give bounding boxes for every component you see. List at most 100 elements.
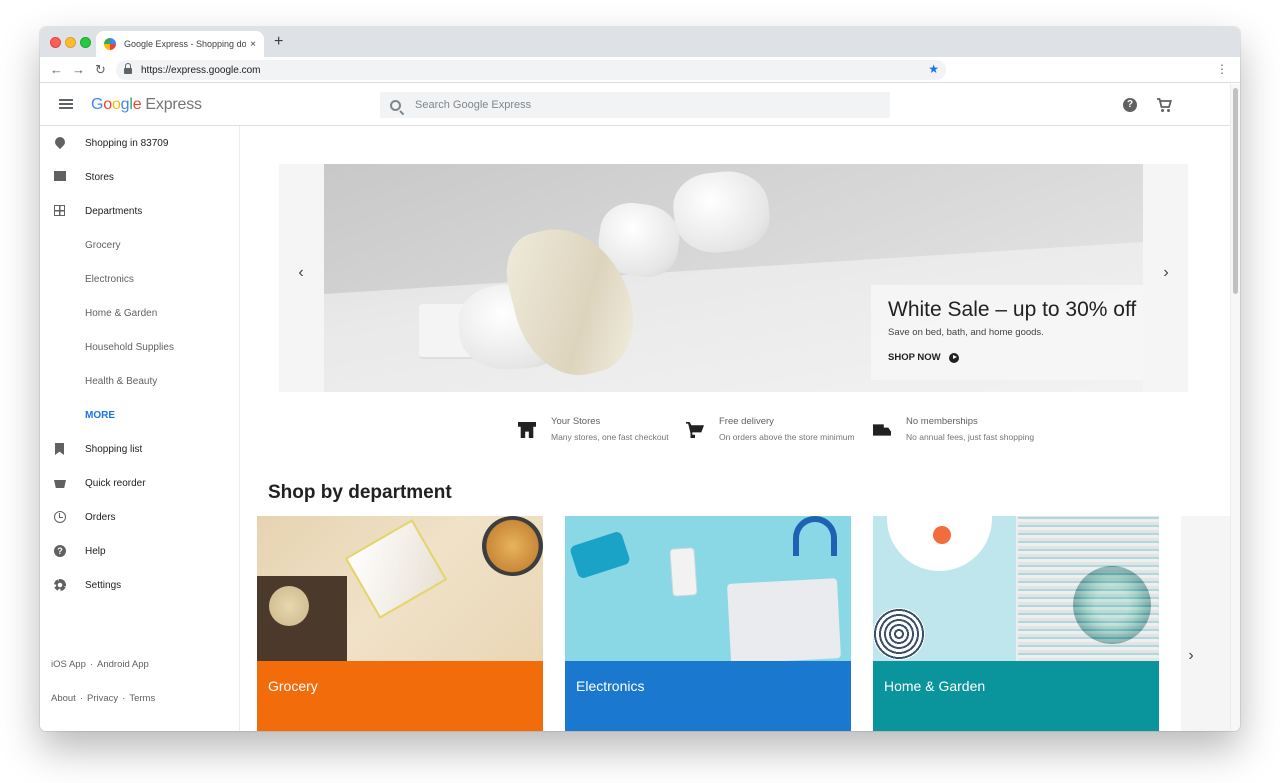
sidebar-item-quick-reorder[interactable]: Quick reorder [40,470,230,496]
minimize-window-button[interactable] [65,37,76,48]
search-input[interactable] [415,99,855,111]
search-icon [390,99,401,111]
sidebar-item-more[interactable]: MORE [40,402,230,428]
sidebar-item-help[interactable]: ? Help [40,538,230,564]
browser-tab[interactable]: Google Express - Shopping do × [96,31,264,57]
android-app-link[interactable]: Android App [97,659,149,670]
browser-menu-icon[interactable]: ⋮ [1216,61,1228,77]
dip-bowl [269,586,309,626]
value-props: Your Stores Many stores, one fast checko… [241,416,1230,456]
search-bar[interactable] [380,92,890,118]
sidebar-item-label: Home & Garden [85,307,158,319]
tab-close-icon[interactable]: × [250,39,256,50]
laptop [726,578,842,661]
sidebar-item-orders[interactable]: Orders [40,504,230,530]
sidebar-item-shopping-list[interactable]: Shopping list [40,436,230,462]
sidebar-item-health-beauty[interactable]: Health & Beauty [40,368,230,394]
promo-subtitle: Save on bed, bath, and home goods. [888,327,1044,338]
electronics-image [565,516,851,661]
carousel-prev-button[interactable]: ‹ [291,264,311,282]
home-garden-image [873,516,1159,661]
address-bar[interactable]: https://express.google.com ★ [116,60,946,80]
close-window-button[interactable] [50,37,61,48]
terms-link[interactable]: Terms [129,693,155,704]
shop-now-button[interactable]: SHOP NOW [888,352,968,363]
cart-icon[interactable] [1156,97,1172,113]
sidebar-item-label: Quick reorder [85,477,146,489]
headphones [793,516,837,556]
feature-title: No memberships [906,416,978,427]
tab-title: Google Express - Shopping do [124,39,247,49]
new-tab-button[interactable]: + [274,33,283,51]
truck-icon [873,424,891,436]
shop-by-department-heading: Shop by department [268,482,452,503]
ios-app-link[interactable]: iOS App [51,659,86,670]
sidebar-item-label: Stores [85,171,114,183]
separator: · [122,693,126,704]
chips-bowl [482,516,543,576]
feature-title: Your Stores [551,416,601,427]
departments-next-button[interactable]: › [1181,641,1201,671]
feature-subtitle: Many stores, one fast checkout [551,432,669,442]
snack-bag [344,519,448,619]
sidebar-item-label: Health & Beauty [85,375,158,387]
separator: · [89,659,94,670]
sidebar-item-home-garden[interactable]: Home & Garden [40,300,230,326]
sidebar-item-settings[interactable]: Settings [40,572,230,598]
browser-window: Google Express - Shopping do × + ← → ↻ h… [40,27,1240,731]
google-express-logo[interactable]: Google Express [91,96,202,114]
logo-letter: o [111,96,121,113]
lock-icon [124,62,132,75]
sidebar-item-label: Help [85,545,106,557]
url-text: https://express.google.com [141,64,261,76]
sidebar-item-electronics[interactable]: Electronics [40,266,230,292]
shop-now-label: SHOP NOW [888,352,941,363]
sidebar-item-location[interactable]: Shopping in 83709 [40,130,230,156]
bookmark-icon [54,443,66,455]
hamburger-menu-icon[interactable] [59,99,73,109]
hero-banner-image[interactable]: White Sale – up to 30% off Save on bed, … [324,164,1143,392]
sidebar-item-label: Departments [85,205,143,217]
striped-placemat [1018,516,1159,661]
grid-icon [54,205,66,217]
department-card-grocery[interactable]: Grocery [257,516,543,731]
carousel-next-button[interactable]: › [1156,264,1176,282]
tab-strip: Google Express - Shopping do × + [40,27,1240,57]
page-scrollbar[interactable] [1230,84,1240,731]
play-circle-icon [948,352,959,363]
department-card-home-garden[interactable]: Home & Garden [873,516,1159,731]
maximize-window-button[interactable] [80,37,91,48]
basket-icon [54,477,66,489]
footer-links: About · Privacy · Terms [51,693,155,704]
orange [933,526,951,544]
location-pin-icon [52,134,68,150]
sidebar-item-label: Shopping in 83709 [85,137,169,149]
feature-subtitle: No annual fees, just fast shopping [906,432,1035,442]
sidebar-item-household-supplies[interactable]: Household Supplies [40,334,230,360]
reload-icon[interactable]: ↻ [95,61,106,79]
logo-letter: G [91,96,104,113]
browser-toolbar: ← → ↻ https://express.google.com ★ ⋮ [40,57,1240,83]
forward-icon[interactable]: → [72,61,85,79]
back-icon[interactable]: ← [50,61,63,79]
scrollbar-thumb[interactable] [1233,88,1238,294]
privacy-link[interactable]: Privacy [87,693,118,704]
department-card-peek[interactable] [1181,516,1230,731]
sidebar-item-label: MORE [85,409,115,421]
bookmark-star-icon[interactable]: ★ [928,62,939,76]
sidebar-item-departments[interactable]: Departments [40,198,230,224]
help-icon[interactable]: ? [1123,98,1137,112]
favicon-icon [104,38,116,50]
promo-card: White Sale – up to 30% off Save on bed, … [871,285,1143,380]
department-label: Home & Garden [873,661,1159,731]
sidebar-item-grocery[interactable]: Grocery [40,232,230,258]
department-card-electronics[interactable]: Electronics [565,516,851,731]
cart-icon [686,422,704,438]
main-content: ‹ White Sale – up to 30% off Save on bed… [241,126,1230,731]
separator: · [79,693,83,704]
about-link[interactable]: About [51,693,76,704]
store-icon [518,422,536,438]
sidebar-item-stores[interactable]: Stores [40,164,230,190]
logo-letter: e [132,96,142,113]
sidebar-item-label: Shopping list [85,443,143,455]
